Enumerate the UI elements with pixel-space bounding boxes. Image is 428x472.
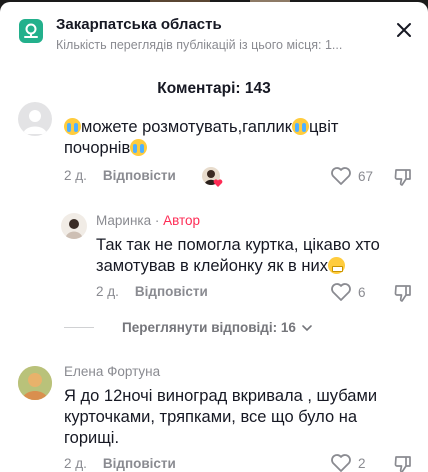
avatar[interactable]: [61, 213, 87, 239]
divider: [64, 327, 94, 328]
comment-text: Я до 12ночі виноград вкривала , шубами к…: [64, 387, 378, 447]
username[interactable]: Елена Фортуна: [64, 364, 160, 379]
avatar[interactable]: [18, 366, 52, 400]
reply-button[interactable]: Відповісти: [103, 456, 176, 471]
comment-text: можете розмотувать,гаплик цвіт почорнів: [64, 118, 339, 157]
like-count: 2: [358, 455, 366, 471]
like-count: 67: [358, 168, 374, 184]
comment-date: 2 д.: [96, 284, 119, 299]
heart-outline-icon: [331, 167, 351, 185]
username[interactable]: Маринка · Автор: [96, 213, 200, 228]
dislike-icon[interactable]: [392, 453, 414, 472]
comment-meta: 2 д. Відповісти: [64, 456, 176, 471]
comment-meta: 2 д. Відповісти: [64, 168, 176, 183]
comments-sheet: Закарпатська область Кількість перегляді…: [0, 2, 428, 472]
comment-date: 2 д.: [64, 456, 87, 471]
view-replies-label: Переглянути відповіді: 16: [122, 320, 296, 335]
avatar[interactable]: [18, 102, 52, 136]
like-count: 6: [358, 284, 366, 300]
comment-meta: 2 д. Відповісти: [96, 284, 208, 299]
chevron-down-icon: [302, 324, 312, 331]
reply-button[interactable]: Відповісти: [135, 284, 208, 299]
like-button[interactable]: 6: [330, 282, 366, 302]
dislike-icon[interactable]: [392, 282, 414, 304]
comments-count-title: Коментарі: 143: [157, 80, 271, 97]
crying-emoji-icon: [291, 118, 309, 135]
comment-text: Так так не помогла куртка, цікаво хто за…: [96, 236, 380, 275]
location-bar[interactable]: Закарпатська область Кількість перегляді…: [0, 2, 428, 60]
reply-button[interactable]: Відповісти: [103, 168, 176, 183]
like-button[interactable]: 2: [330, 453, 366, 472]
location-subtitle: Кількість переглядів публікацій із цього…: [56, 38, 343, 52]
grinning-emoji-icon: [327, 257, 345, 274]
map-pin-icon: [19, 19, 43, 43]
location-title[interactable]: Закарпатська область: [56, 16, 222, 33]
comment-date: 2 д.: [64, 168, 87, 183]
author-badge: Автор: [163, 213, 201, 228]
crying-emoji-icon: [64, 118, 81, 135]
view-replies-button[interactable]: Переглянути відповіді: 16: [64, 320, 314, 335]
dislike-icon[interactable]: [392, 166, 414, 188]
like-button[interactable]: 67: [330, 166, 373, 186]
crying-emoji-icon: [130, 139, 148, 156]
close-icon[interactable]: [392, 18, 416, 42]
heart-outline-icon: [331, 454, 351, 472]
heart-badge-icon: [213, 175, 223, 187]
heart-outline-icon: [331, 283, 351, 301]
